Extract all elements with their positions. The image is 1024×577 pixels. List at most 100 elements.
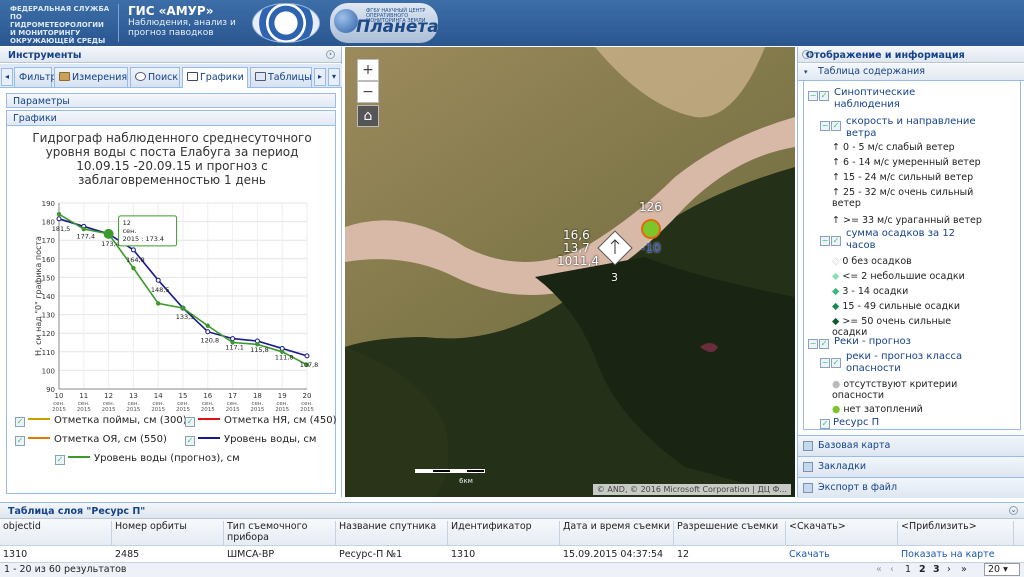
toc-group-rivers[interactable]: − ✓ <box>808 337 832 349</box>
collapse-icon[interactable]: − <box>820 236 830 246</box>
diamond-icon: ◆ <box>832 301 840 312</box>
collapse-icon[interactable]: − <box>808 91 818 101</box>
column-header[interactable]: Номер орбиты <box>112 521 224 545</box>
checkbox-icon[interactable]: ✓ <box>831 358 841 368</box>
map-view[interactable]: + − ⌂ 16,6 13,7 1011,4 3 126 -10 6км © A… <box>345 47 795 497</box>
toc-item-resurs[interactable]: ✓ Ресурс П <box>820 417 879 429</box>
column-header[interactable]: <Скачать> <box>786 521 898 545</box>
legend-item-floodplain[interactable]: ✓ Отметка поймы, см (300) <box>15 415 187 427</box>
x-tick-sublabel: 2015 <box>275 407 289 413</box>
tab-charts[interactable]: Графики <box>182 67 248 88</box>
river-level-value: 126 <box>639 200 662 214</box>
collapse-icon[interactable]: − <box>820 121 830 131</box>
map-symbols <box>597 219 661 266</box>
x-tick-sublabel: 2015 <box>52 407 66 413</box>
legend-item-forecast[interactable]: ✓ Уровень воды (прогноз), см <box>55 453 240 465</box>
diamond-icon: ◆ <box>832 271 840 282</box>
page-size-select[interactable]: 20 ▾ <box>984 563 1020 576</box>
prev-page-icon[interactable]: ‹ <box>890 564 894 575</box>
tooltip-text: 12 <box>123 219 131 227</box>
table-icon <box>255 72 266 81</box>
cell-orbit: 2485 <box>115 549 140 560</box>
legend-item-oya[interactable]: ✓ Отметка ОЯ, см (550) <box>15 434 167 446</box>
page-link-1[interactable]: 1 <box>905 564 911 575</box>
y-tick-label: 160 <box>42 256 55 264</box>
tab-tables[interactable]: Таблицы <box>250 67 312 87</box>
circle-icon: ● <box>832 379 841 390</box>
column-header[interactable]: Разрешение съемки <box>674 521 786 545</box>
collapse-icon[interactable]: ⌄ <box>1009 506 1018 515</box>
column-header[interactable]: <Приблизить> <box>898 521 1014 545</box>
column-header[interactable]: Тип съемочного прибора <box>224 521 336 545</box>
cell-resolution: 12 <box>677 549 690 560</box>
first-page-icon[interactable]: « <box>876 564 882 575</box>
legend-wind-4: ↑ 25 - 32 м/с очень сильный ветер <box>832 187 974 209</box>
next-page-icon[interactable]: › <box>947 564 951 575</box>
x-tick-sublabel: 2015 <box>151 407 165 413</box>
x-tick-label: 18 <box>253 392 262 400</box>
checkbox-icon[interactable]: ✓ <box>831 236 841 246</box>
toc-group-synop[interactable]: − ✓ <box>808 89 832 101</box>
cell-identifier: 1310 <box>451 549 476 560</box>
scale-label: 6км <box>459 477 473 485</box>
tab-menu-icon[interactable]: ▾ <box>328 68 340 86</box>
toc-header[interactable]: ▾ Таблица содержания <box>798 64 1024 81</box>
diamond-icon: ◇ <box>832 256 840 267</box>
cell-objectid: 1310 <box>3 549 28 560</box>
accordion-bookmarks[interactable]: Закладки <box>798 456 1024 477</box>
tab-scroll-left-icon[interactable]: ◂ <box>1 68 13 86</box>
collapse-icon[interactable]: − <box>808 339 818 349</box>
show-on-map-link[interactable]: Показать на карте <box>898 549 995 560</box>
checkbox-icon[interactable]: ✓ <box>819 339 829 349</box>
collapse-icon[interactable]: ‹ <box>802 50 811 59</box>
checkbox-icon[interactable]: ✓ <box>831 121 841 131</box>
page-link-3[interactable]: 3 <box>933 564 940 575</box>
hydrograph-chart: 9010011012013014015016017018019010сен.20… <box>34 200 319 413</box>
data-point <box>205 329 211 335</box>
toc-label-rivers: Реки - прогноз <box>834 336 911 347</box>
tab-scroll-right-icon[interactable]: ▸ <box>314 68 326 86</box>
legend-item-level[interactable]: ✓ Уровень воды, см <box>185 434 316 446</box>
download-link[interactable]: Скачать <box>786 549 830 560</box>
checkbox-icon: ✓ <box>15 436 25 446</box>
tab-filter[interactable]: Фильтр <box>14 67 57 87</box>
agency-name: ФЕДЕРАЛЬНАЯ СЛУЖБА ПО ГИДРОМЕТЕОРОЛОГИИ … <box>10 5 110 45</box>
data-point <box>156 301 161 306</box>
checkbox-icon[interactable]: ✓ <box>820 419 830 429</box>
cell-datetime: 15.09.2015 04:37:54 <box>563 549 664 560</box>
tab-search[interactable]: Поиск <box>130 67 180 87</box>
tab-measure[interactable]: Измерения <box>54 67 128 87</box>
river-point-icon[interactable] <box>641 219 661 239</box>
accordion-basemap[interactable]: Базовая карта <box>798 435 1024 456</box>
page-link-2[interactable]: 2 <box>919 564 926 575</box>
data-label: 107,8 <box>300 361 319 369</box>
y-tick-label: 190 <box>42 200 55 208</box>
x-tick-sublabel: 2015 <box>176 407 190 413</box>
column-header[interactable]: Идентификатор <box>448 521 560 545</box>
paging-summary: 1 - 20 из 60 результатов <box>4 564 127 575</box>
legend-precip-2: ◆ <= 2 небольшие осадки <box>832 271 965 282</box>
data-point <box>130 247 136 253</box>
chart-icon <box>187 72 198 81</box>
header-divider <box>118 4 119 42</box>
x-tick-sublabel: 2015 <box>300 407 314 413</box>
layer-table-panel: Таблица слоя "Ресурс П" ⌄ objectid Номер… <box>0 502 1024 577</box>
legend-wind-5: ↑ >= 33 м/с ураганный ветер <box>832 215 982 226</box>
column-header[interactable]: Дата и время съемки <box>560 521 674 545</box>
checkbox-icon[interactable]: ✓ <box>819 91 829 101</box>
collapse-icon[interactable]: › <box>326 50 335 59</box>
wind-arrow-icon: ↑ <box>832 215 840 226</box>
toc-group-wind[interactable]: − ✓ <box>820 119 844 131</box>
params-section[interactable]: Параметры <box>6 93 336 108</box>
toc-group-precip[interactable]: − ✓ <box>820 234 844 246</box>
last-page-icon[interactable]: » <box>961 564 967 575</box>
column-header[interactable]: objectid <box>0 521 112 545</box>
column-header[interactable]: Название спутника <box>336 521 448 545</box>
collapse-icon[interactable]: − <box>820 358 830 368</box>
accordion-export[interactable]: Экспорт в файл <box>798 477 1024 498</box>
toc-group-rivers-class[interactable]: − ✓ <box>820 356 844 368</box>
data-label: 164,8 <box>126 256 145 264</box>
legend-item-nya[interactable]: ✓ Отметка НЯ, см (450) <box>185 415 337 427</box>
river-change-value: -10 <box>641 241 661 255</box>
toc-label-precip: сумма осадков за 12 часов <box>846 228 956 251</box>
